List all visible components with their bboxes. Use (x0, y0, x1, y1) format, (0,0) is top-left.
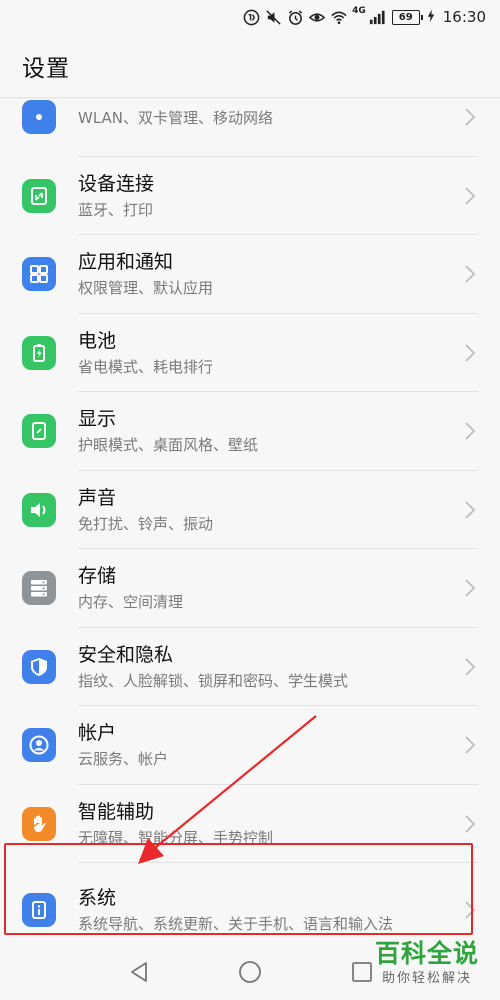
chevron-right-icon (465, 501, 476, 519)
account-icon (22, 728, 56, 763)
settings-item-subtitle: 免打扰、铃声、振动 (78, 514, 214, 533)
settings-item-wireless-networks[interactable]: WLAN、双卡管理、移动网络 (0, 99, 500, 157)
header: 设置 (0, 34, 500, 98)
settings-item-title: 系统 (78, 887, 117, 909)
settings-item-apps-notifications[interactable]: 应用和通知 权限管理、默认应用 (0, 235, 500, 314)
eye-comfort-icon (308, 8, 326, 26)
settings-item-title: 应用和通知 (78, 251, 174, 274)
network-type-label: 4G (352, 6, 366, 16)
settings-item-smart-assistance[interactable]: 智能辅助 无障碍、智能分屏、手势控制 (0, 785, 500, 863)
watermark: 百科全说 助你轻松解决 (368, 938, 486, 996)
battery-level: 69 (391, 9, 423, 25)
wifi-icon (330, 8, 348, 26)
speaker-icon (22, 492, 56, 527)
settings-item-title: 声音 (78, 486, 117, 509)
chevron-right-icon (465, 901, 476, 919)
alarm-icon (286, 8, 304, 26)
hand-icon (22, 806, 56, 841)
settings-item-subtitle: 无障碍、智能分屏、手势控制 (78, 828, 274, 847)
settings-item-subtitle: 系统导航、系统更新、关于手机、语言和输入法 (78, 915, 394, 933)
chevron-right-icon (465, 344, 476, 362)
mute-icon (264, 8, 282, 26)
settings-item-title: 设备连接 (78, 172, 155, 195)
settings-item-account[interactable]: 帐户 云服务、帐户 (0, 706, 500, 785)
device-connection-icon (22, 178, 56, 213)
chevron-right-icon (465, 422, 476, 440)
back-icon[interactable] (126, 958, 154, 986)
signal-icon (368, 8, 386, 26)
settings-item-subtitle: 省电模式、耗电排行 (78, 357, 214, 376)
chevron-right-icon (465, 579, 476, 597)
apps-icon (22, 257, 56, 292)
battery-icon (22, 335, 56, 370)
settings-item-title: 安全和隐私 (78, 643, 174, 666)
settings-item-subtitle: 蓝牙、打印 (78, 200, 154, 219)
page-title: 设置 (22, 56, 70, 82)
chevron-right-icon (465, 187, 476, 205)
settings-list[interactable]: WLAN、双卡管理、移动网络 设备连接 蓝牙、打印 应用和通知 权限管理、默认应… (0, 99, 500, 937)
charging-icon (427, 9, 435, 26)
settings-item-subtitle: 内存、空间清理 (78, 593, 184, 612)
watermark-subtitle: 助你轻松解决 (381, 971, 472, 986)
network-icon (22, 100, 56, 135)
settings-item-subtitle: 权限管理、默认应用 (78, 279, 214, 298)
chevron-right-icon (465, 108, 476, 126)
hd-call-icon (242, 8, 260, 26)
shield-icon (22, 649, 56, 684)
settings-item-title: 帐户 (78, 722, 117, 745)
settings-item-subtitle: 云服务、帐户 (78, 750, 169, 769)
settings-item-sound[interactable]: 声音 免打扰、铃声、振动 (0, 471, 500, 549)
system-info-icon (22, 893, 56, 927)
chevron-right-icon (465, 658, 476, 676)
settings-item-security-privacy[interactable]: 安全和隐私 指纹、人脸解锁、锁屏和密码、学生模式 (0, 628, 500, 706)
settings-item-subtitle: 护眼模式、桌面风格、壁纸 (78, 436, 259, 455)
watermark-title: 百科全说 (374, 939, 479, 968)
settings-item-title: 智能辅助 (78, 800, 155, 823)
settings-item-subtitle: WLAN、双卡管理、移动网络 (78, 109, 274, 128)
clock: 16:30 (442, 8, 486, 26)
settings-item-device-connection[interactable]: 设备连接 蓝牙、打印 (0, 157, 500, 235)
storage-icon (22, 571, 56, 606)
chevron-right-icon (465, 265, 476, 283)
home-icon[interactable] (236, 958, 264, 986)
settings-item-title: 显示 (78, 408, 117, 431)
settings-item-title: 电池 (78, 329, 117, 352)
settings-item-subtitle: 指纹、人脸解锁、锁屏和密码、学生模式 (78, 671, 349, 690)
display-icon (22, 414, 56, 449)
settings-item-battery[interactable]: 电池 省电模式、耗电排行 (0, 314, 500, 392)
status-bar: 4G 69 16:30 (0, 0, 500, 34)
settings-item-title: 存储 (78, 565, 117, 588)
chevron-right-icon (465, 736, 476, 754)
settings-item-display[interactable]: 显示 护眼模式、桌面风格、壁纸 (0, 392, 500, 471)
settings-item-storage[interactable]: 存储 内存、空间清理 (0, 549, 500, 628)
chevron-right-icon (465, 815, 476, 833)
settings-item-system[interactable]: 系统 系统导航、系统更新、关于手机、语言和输入法 (0, 863, 500, 937)
